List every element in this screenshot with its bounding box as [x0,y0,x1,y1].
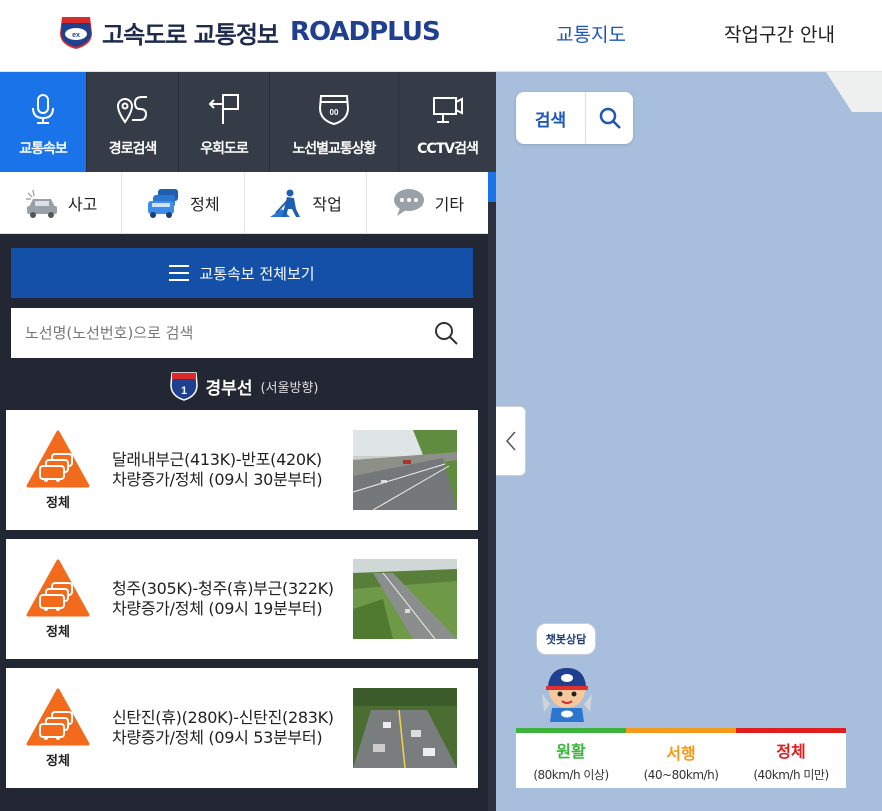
legend-title: 정체 [776,742,806,761]
detour-sign-icon [208,94,239,124]
incident-card[interactable]: 정체 달래내부근(413K)-반포(420K) 차량증가/정체 (09시 30분… [6,410,478,530]
filter-label: 기타 [434,194,465,214]
legend-smooth: 원활 (80km/h 이상) [516,728,626,788]
incident-type: 정체 [46,754,70,769]
filter-label: 작업 [312,194,342,214]
incident-location: 달래내부근(413K)-반포(420K) [112,450,322,469]
speech-bubble-icon [393,188,424,216]
road-worker-icon [270,189,301,217]
filter-accident[interactable]: 사고 [0,172,123,233]
chatbot-mascot-icon[interactable] [536,664,598,722]
cctv-thumbnail[interactable] [353,559,457,639]
incident-type: 정체 [46,496,70,511]
tab-detour[interactable]: 우회도로 [179,72,270,172]
incident-filter-bar: 사고 정체 작업 기타 [0,172,488,234]
tab-route-search[interactable]: 경로검색 [87,72,179,172]
scrollbar-thumb[interactable] [488,172,496,202]
nav-traffic-map[interactable]: 교통지도 [556,20,626,47]
search-icon [599,107,621,129]
route-direction: (서울방향) [260,380,319,396]
map-tile-corner [826,72,882,112]
search-icon[interactable] [433,320,459,346]
panel-collapse-button[interactable] [496,406,526,476]
incident-detail: 차량증가/정체 (09시 30분부터) [112,470,323,489]
tab-label: 교통속보 [19,141,68,157]
filter-congestion[interactable]: 정체 [122,172,245,233]
view-all-label: 교통속보 전체보기 [199,264,315,283]
legend-slow: 서행 (40~80km/h) [626,728,736,788]
map-search-label: 검색 [516,92,586,144]
filter-label: 정체 [190,194,220,214]
chatbot-label[interactable]: 챗봇상담 [536,623,596,655]
chevron-left-icon [505,431,516,451]
microphone-icon [32,94,54,124]
route-search-input[interactable] [25,324,433,342]
incident-icon: 정체 [26,430,90,511]
legend-title: 서행 [666,743,696,763]
crashed-car-icon [25,189,57,218]
incident-location: 신탄진(휴)(280K)-신탄진(283K) [112,708,334,727]
tab-cctv[interactable]: CCTV검색 [399,72,496,172]
incident-text: 청주(305K)-청주(휴)부근(322K) 차량증가/정체 (09시 19분부… [112,539,348,659]
tab-traffic-news[interactable]: 교통속보 [0,72,87,172]
cctv-image [353,688,457,768]
tab-route-status[interactable]: 00 노선별교통상황 [270,72,399,172]
tab-label: CCTV검색 [417,141,479,157]
map-search-button[interactable]: 검색 [516,92,633,144]
traffic-map[interactable]: 검색 챗봇상담 원활 (80km/h 이상) 서행 (40~80km/h) 정체… [496,72,882,811]
cctv-camera-icon [432,97,463,123]
route-search-box [11,308,473,358]
filter-label: 사고 [67,194,98,214]
legend-range: (40~80km/h) [643,767,719,782]
legend-range: (40km/h 미만) [753,768,829,782]
highway-shield-icon: 00 [318,95,350,126]
incident-detail: 차량증가/정체 (09시 53분부터) [112,728,323,747]
tab-label: 경로검색 [108,141,158,157]
traffic-legend: 원활 (80km/h 이상) 서행 (40~80km/h) 정체 (40km/h… [516,728,846,788]
legend-title: 원활 [556,742,586,761]
legend-congested: 정체 (40km/h 미만) [736,728,846,788]
route-number: 1 [180,385,186,397]
route-shield-icon: 1 [169,372,198,401]
cctv-image [353,430,457,510]
incident-text: 신탄진(휴)(280K)-신탄진(283K) 차량증가/정체 (09시 53분부… [112,668,348,788]
scrollbar-track[interactable] [488,172,496,811]
tab-label: 우회도로 [200,141,249,157]
tab-label: 노선별교통상황 [292,141,376,157]
top-header: ex 고속도로 교통정보 ROADPLUS 교통지도 작업구간 안내 [0,0,882,72]
logo-brand: ROADPLUS [290,17,441,47]
congestion-cars-icon [148,188,179,218]
cctv-thumbnail[interactable] [353,430,457,510]
svg-text:00: 00 [330,108,339,117]
main-tab-bar: 교통속보 경로검색 우회도로 00 노선별교통상황 CCTV검색 [0,72,496,172]
map-search-icon-wrap[interactable] [586,92,633,144]
incident-location: 청주(305K)-청주(휴)부근(322K) [112,579,334,598]
cctv-thumbnail[interactable] [353,688,457,768]
roadplus-logo[interactable]: ex 고속도로 교통정보 ROADPLUS [56,12,441,52]
filter-work[interactable]: 작업 [245,172,367,233]
incident-detail: 차량증가/정체 (09시 19분부터) [112,599,323,618]
incident-icon: 정체 [26,688,90,769]
route-pin-icon [116,96,147,124]
congestion-warning-icon [26,688,90,746]
incident-text: 달래내부근(413K)-반포(420K) 차량증가/정체 (09시 30분부터) [112,410,348,530]
filter-other[interactable]: 기타 [367,172,488,233]
cctv-image [353,559,457,639]
logo-title: 고속도로 교통정보 [102,20,279,49]
incident-card[interactable]: 정체 신탄진(휴)(280K)-신탄진(283K) 차량증가/정체 (09시 5… [6,668,478,788]
legend-range: (80km/h 이상) [533,768,609,782]
congestion-warning-icon [26,559,90,617]
incident-icon: 정체 [26,559,90,640]
svg-text:ex: ex [72,32,80,39]
route-name: 경부선 [205,378,253,399]
menu-icon [169,265,190,281]
view-all-news-button[interactable]: 교통속보 전체보기 [11,248,473,298]
incident-card[interactable]: 정체 청주(305K)-청주(휴)부근(322K) 차량증가/정체 (09시 1… [6,539,478,659]
incident-type: 정체 [46,625,70,640]
route-header: 1 경부선 (서울방향) [0,370,488,402]
ex-logo-icon: ex [60,17,92,49]
left-panel: 교통속보 경로검색 우회도로 00 노선별교통상황 CCTV검색 사고 정체 작… [0,72,496,811]
nav-work-zone[interactable]: 작업구간 안내 [724,20,835,47]
congestion-warning-icon [26,430,90,488]
